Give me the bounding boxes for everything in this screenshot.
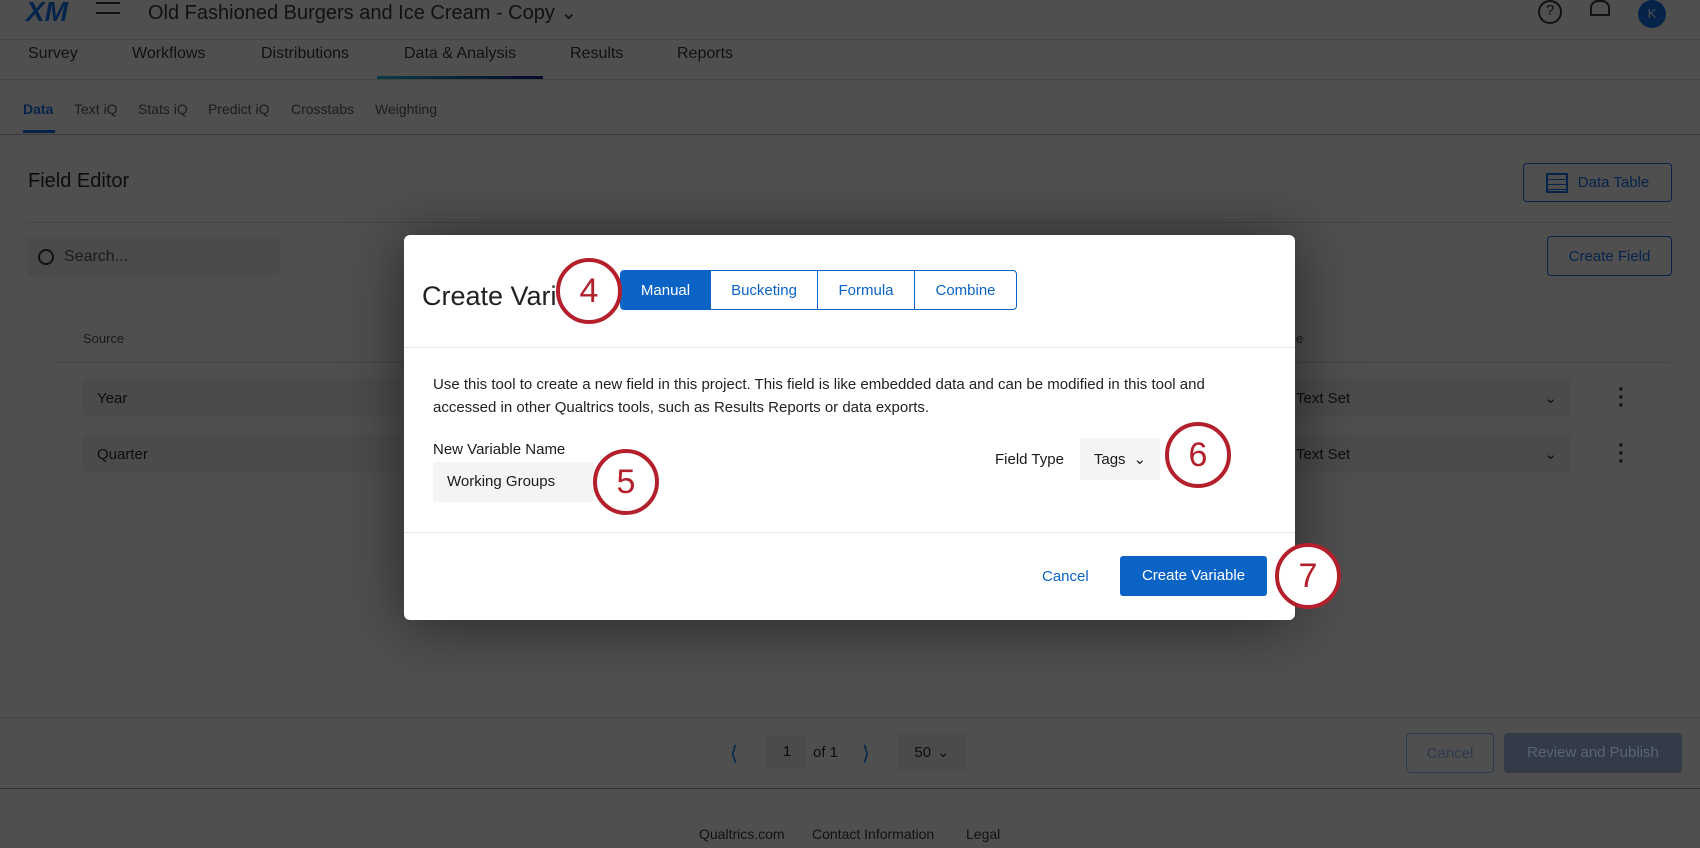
footer-link-legal[interactable]: Legal — [966, 826, 1000, 842]
type-value: Text Set — [1296, 445, 1351, 463]
tab-survey[interactable]: Survey — [28, 45, 78, 63]
tab-reports[interactable]: Reports — [677, 45, 733, 63]
search-input[interactable]: Search... — [28, 237, 280, 276]
variable-name-input[interactable]: Working Groups — [433, 462, 594, 502]
more-options-icon[interactable]: · · · — [1618, 436, 1625, 472]
step-marker-4: 4 — [556, 258, 622, 324]
next-page-icon[interactable]: ⟩ — [862, 741, 870, 766]
subtab-underline — [23, 130, 55, 133]
subtab-predict-iq[interactable]: Predict iQ — [208, 101, 269, 117]
mode-selector: Manual Bucketing Formula Combine — [620, 270, 1017, 310]
menu-icon[interactable] — [96, 2, 120, 14]
prev-page-icon[interactable]: ⟨ — [730, 741, 738, 766]
avatar[interactable]: K — [1638, 0, 1666, 28]
dialog-description: Use this tool to create a new field in t… — [433, 376, 1205, 416]
page-number-input[interactable]: 1 — [767, 735, 807, 769]
subtab-stats-iq[interactable]: Stats iQ — [138, 101, 188, 117]
data-table-button[interactable]: Data Table — [1523, 163, 1672, 202]
column-header-type: e — [1296, 331, 1304, 346]
tab-distributions[interactable]: Distributions — [261, 45, 349, 63]
per-page-select[interactable]: 50 ⌄ — [899, 733, 965, 771]
page-count: of 1 — [813, 744, 839, 761]
survey-title[interactable]: Old Fashioned Burgers and Ice Cream - Co… — [148, 0, 577, 25]
help-icon[interactable]: ? — [1538, 0, 1562, 24]
subtab-data[interactable]: Data — [23, 101, 53, 117]
bell-icon[interactable] — [1590, 0, 1610, 16]
step-marker-6: 6 — [1165, 422, 1231, 488]
tab-results[interactable]: Results — [570, 45, 623, 63]
subtab-crosstabs[interactable]: Crosstabs — [291, 101, 354, 117]
search-placeholder: Search... — [64, 247, 129, 265]
create-field-button[interactable]: Create Field — [1547, 236, 1672, 276]
field-type-select[interactable]: Tags ⌄ — [1080, 438, 1160, 480]
mode-formula[interactable]: Formula — [817, 271, 914, 309]
step-marker-7: 7 — [1275, 543, 1341, 609]
chevron-down-icon: ⌄ — [1133, 451, 1147, 468]
survey-title-text: Old Fashioned Burgers and Ice Cream - Co… — [148, 2, 555, 24]
per-page-value: 50 — [914, 743, 932, 761]
data-table-label: Data Table — [1577, 174, 1650, 191]
mode-combine[interactable]: Combine — [914, 271, 1016, 309]
dialog-cancel-button[interactable]: Cancel — [1042, 568, 1089, 585]
type-value: Text Set — [1296, 389, 1351, 407]
page-title: Field Editor — [28, 170, 130, 192]
field-type-value: Tags — [1093, 450, 1126, 468]
tab-workflows[interactable]: Workflows — [132, 45, 206, 63]
review-publish-button[interactable]: Review and Publish — [1504, 733, 1682, 773]
chevron-down-icon: ⌄ — [1544, 390, 1557, 407]
table-icon — [1545, 172, 1568, 193]
create-variable-dialog: Create Vari Manual Bucketing Formula Com… — [404, 235, 1295, 620]
subtab-weighting[interactable]: Weighting — [375, 101, 437, 117]
footer-link-contact[interactable]: Contact Information — [812, 826, 934, 842]
chevron-down-icon: ⌄ — [560, 2, 578, 24]
search-icon — [38, 248, 54, 265]
row-quarter-name[interactable]: Quarter — [83, 435, 401, 473]
row-year-type[interactable]: Text Set ⌄ — [1296, 379, 1571, 417]
xm-logo[interactable]: XM — [26, 0, 68, 28]
row-quarter-type[interactable]: Text Set ⌄ — [1296, 435, 1571, 473]
step-marker-5: 5 — [593, 449, 659, 515]
tab-data-analysis[interactable]: Data & Analysis — [404, 45, 516, 63]
chevron-down-icon: ⌄ — [937, 744, 950, 761]
dialog-title: Create Vari — [422, 281, 557, 311]
mode-bucketing[interactable]: Bucketing — [710, 271, 817, 309]
field-type-label: Field Type — [995, 451, 1064, 468]
footer-link-qualtrics[interactable]: Qualtrics.com — [699, 826, 785, 842]
mode-manual[interactable]: Manual — [621, 271, 710, 309]
row-year-name[interactable]: Year — [83, 379, 401, 417]
column-header-source: Source — [83, 331, 125, 346]
subtab-text-iq[interactable]: Text iQ — [74, 101, 118, 117]
more-options-icon[interactable]: · · · — [1618, 380, 1625, 416]
variable-name-label: New Variable Name — [433, 441, 566, 458]
chevron-down-icon: ⌄ — [1544, 446, 1557, 463]
create-variable-button[interactable]: Create Variable — [1120, 556, 1267, 596]
cancel-button[interactable]: Cancel — [1406, 733, 1494, 773]
